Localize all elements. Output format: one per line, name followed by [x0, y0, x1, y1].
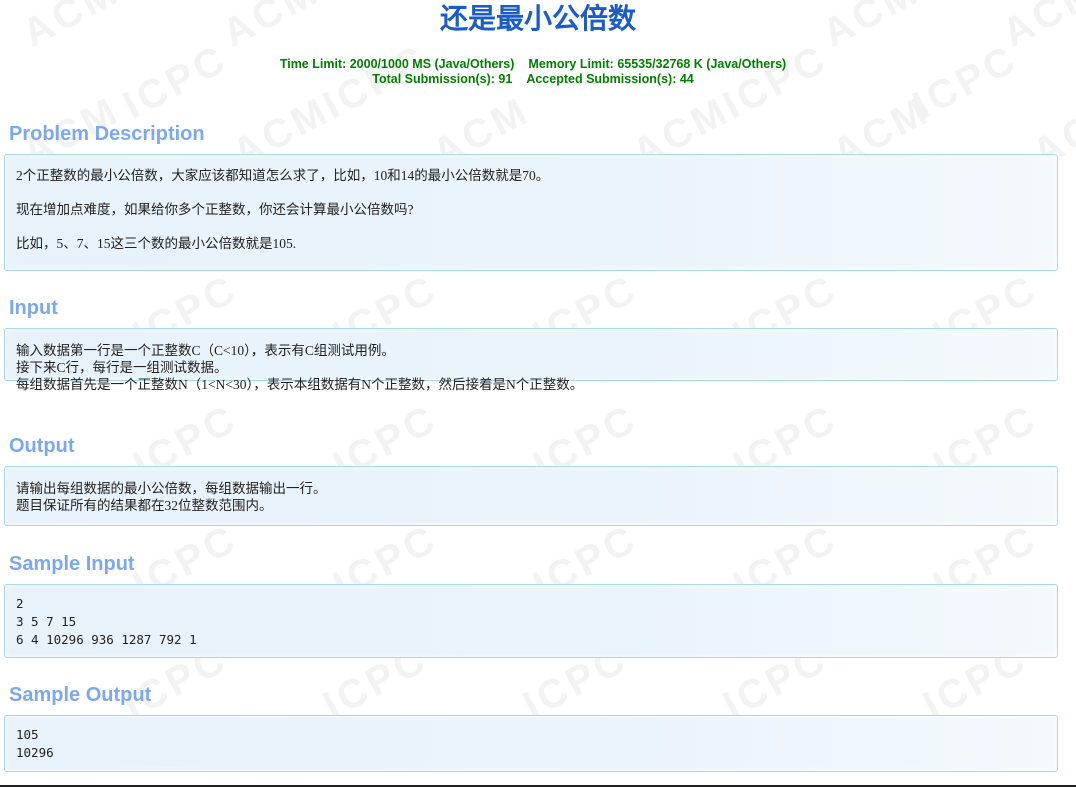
input-line: 输入数据第一行是一个正整数C（C<10），表示有C组测试用例。	[16, 343, 395, 358]
problem-limits: Time Limit: 2000/1000 MS (Java/Others) Me…	[0, 57, 1066, 87]
output-line: 请输出每组数据的最小公倍数，每组数据输出一行。	[16, 481, 327, 496]
description-line: 2个正整数的最小公倍数，大家应该都知道怎么求了，比如，10和14的最小公倍数就是…	[16, 168, 550, 183]
sample-input-line: 2	[16, 596, 24, 611]
accepted-submissions: Accepted Submission(s): 44	[526, 72, 694, 86]
section-heading-sample-output: Sample Output	[9, 684, 152, 706]
total-submissions: Total Submission(s): 91	[372, 72, 513, 86]
panel-sample-input: 2 3 5 7 15 6 4 10296 936 1287 792 1	[4, 584, 1058, 658]
description-line: 比如，5、7、15这三个数的最小公倍数就是105.	[16, 236, 297, 251]
problem-title: 还是最小公倍数	[439, 2, 636, 35]
panel-output: 请输出每组数据的最小公倍数，每组数据输出一行。 题目保证所有的结果都在32位整数…	[4, 466, 1058, 526]
panel-sample-output: 105 10296	[4, 715, 1058, 772]
section-heading-sample-input: Sample Input	[9, 553, 135, 575]
section-heading-input: Input	[9, 297, 58, 319]
panel-problem-description: 2个正整数的最小公倍数，大家应该都知道怎么求了，比如，10和14的最小公倍数就是…	[4, 154, 1058, 271]
description-line: 现在增加点难度，如果给你多个正整数，你还会计算最小公倍数吗?	[16, 202, 414, 217]
input-line: 接下来C行，每行是一组测试数据。	[16, 360, 228, 375]
memory-limit: Memory Limit: 65535/32768 K (Java/Others…	[528, 57, 787, 71]
time-limit: Time Limit: 2000/1000 MS (Java/Others)	[279, 57, 515, 71]
sample-output-line: 10296	[16, 745, 54, 760]
panel-input: 输入数据第一行是一个正整数C（C<10），表示有C组测试用例。 接下来C行，每行…	[4, 328, 1058, 392]
watermark-background: ACM ACM ACM ACM ICPC ICPC ICPC ICPC ACM …	[0, 0, 1076, 787]
output-line: 题目保证所有的结果都在32位整数范围内。	[16, 498, 273, 513]
sample-output-line: 105	[16, 727, 39, 742]
input-line: 每组数据首先是一个正整数N（1<N<30），表示本组数据有N个正整数，然后接着是…	[16, 377, 584, 392]
sample-input-line: 6 4 10296 936 1287 792 1	[16, 632, 197, 647]
section-heading-problem-description: Problem Description	[9, 123, 205, 145]
section-heading-output: Output	[9, 435, 75, 457]
sample-input-line: 3 5 7 15	[16, 614, 77, 629]
